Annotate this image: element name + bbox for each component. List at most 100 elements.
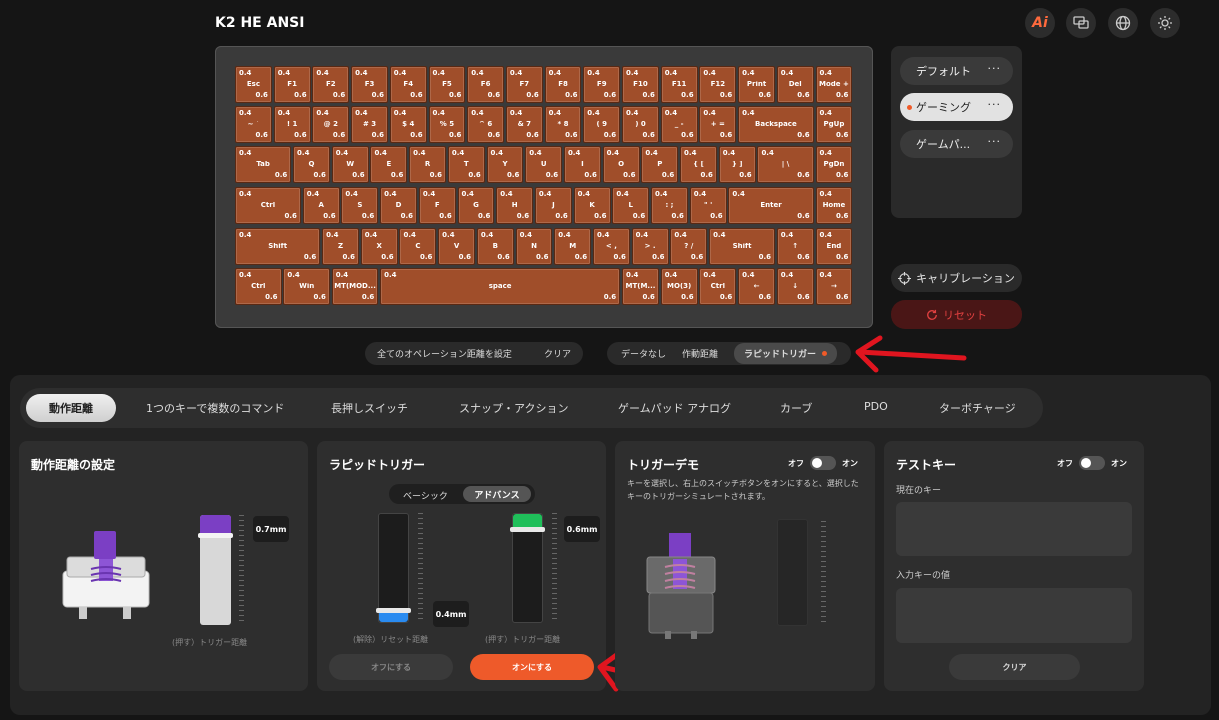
- keyboard-key[interactable]: 0.4 J 0.6: [534, 187, 572, 224]
- keyboard-key[interactable]: 0.4} ] 0.6: [718, 146, 756, 183]
- keyboard-key[interactable]: 0.4 → 0.6: [815, 268, 853, 305]
- keyboard-key[interactable]: 0.4 F5 0.6: [428, 66, 466, 103]
- ai-button[interactable]: Ai: [1025, 8, 1055, 38]
- keyboard-key[interactable]: 0.4 Shift 0.6: [235, 228, 321, 265]
- globe-icon[interactable]: [1108, 8, 1138, 38]
- actuation-slider[interactable]: [198, 515, 233, 625]
- calibration-button[interactable]: キャリブレーション: [891, 264, 1022, 292]
- keyboard-key[interactable]: 0.4 + = 0.6: [699, 106, 737, 143]
- keyboard-key[interactable]: 0.4 Tab 0.6: [235, 146, 292, 183]
- keyboard-key[interactable]: 0.4 ~ ` 0.6: [235, 106, 272, 143]
- display-icon[interactable]: [1066, 8, 1096, 38]
- keyboard-key[interactable]: 0.4 @ 2 0.6: [312, 106, 350, 143]
- keyboard-key[interactable]: 0.4 W 0.6: [331, 146, 369, 183]
- keyboard-key[interactable]: 0.4 Print 0.6: [738, 66, 775, 103]
- keyboard-key[interactable]: 0.4 Ctrl 0.6: [235, 268, 282, 305]
- keyboard-key[interactable]: 0.4 S 0.6: [341, 187, 379, 224]
- keyboard-key[interactable]: 0.4 Mode + 0.6: [815, 66, 853, 103]
- trigger-slider-handle[interactable]: [510, 527, 545, 533]
- view-no-data[interactable]: データなし: [621, 347, 666, 360]
- keyboard-key[interactable]: 0.4 F3 0.6: [351, 66, 388, 103]
- keyboard-key[interactable]: 0.4 U 0.6: [525, 146, 563, 183]
- keyboard-key[interactable]: 0.4 % 5 0.6: [428, 106, 466, 143]
- keyboard-key[interactable]: 0.4 O 0.6: [602, 146, 640, 183]
- keyboard-key[interactable]: 0.4 F9 0.6: [583, 66, 621, 103]
- keyboard-key[interactable]: 0.4 Backspace 0.6: [738, 106, 814, 143]
- keyboard-key[interactable]: 0.4 X 0.6: [360, 228, 398, 265]
- keyboard-key[interactable]: 0.4 & 7 0.6: [505, 106, 543, 143]
- keyboard-key[interactable]: 0.4 ← 0.6: [738, 268, 775, 305]
- keyboard-key[interactable]: 0.4 F8 0.6: [544, 66, 582, 103]
- keyboard-key[interactable]: 0.4 A 0.6: [302, 187, 340, 224]
- keyboard-key[interactable]: 0.4 Ctrl 0.6: [699, 268, 737, 305]
- keyboard-key[interactable]: 0.4 Home 0.6: [815, 187, 853, 224]
- clear-button[interactable]: クリア: [949, 654, 1080, 680]
- keyboard-key[interactable]: 0.4 H 0.6: [496, 187, 534, 224]
- keyboard-key[interactable]: 0.4 MT(MOD... 0.6: [331, 268, 379, 305]
- keyboard-key[interactable]: 0.4: ; 0.6: [651, 187, 688, 224]
- mode-basic[interactable]: ベーシック: [403, 489, 448, 502]
- keyboard-key[interactable]: 0.4 Ctrl 0.6: [235, 187, 301, 224]
- keyboard-key[interactable]: 0.4 { [0.6: [680, 146, 717, 183]
- keyboard-key[interactable]: 0.4 MO(3) 0.6: [660, 268, 698, 305]
- keyboard-key[interactable]: 0.4 N 0.6: [515, 228, 553, 265]
- keyboard-key[interactable]: 0.4 Esc 0.6: [235, 66, 272, 103]
- keyboard-key[interactable]: 0.4 ( 9 0.6: [583, 106, 621, 143]
- keyboard-key[interactable]: 0.4 P 0.6: [641, 146, 679, 183]
- keyboard-key[interactable]: 0.4 E 0.6: [370, 146, 408, 183]
- test-toggle[interactable]: [1079, 456, 1105, 470]
- keyboard-key[interactable]: 0.4 Q 0.6: [293, 146, 330, 183]
- keyboard-key[interactable]: 0.4 K 0.6: [573, 187, 611, 224]
- keyboard-key[interactable]: 0.4 R 0.6: [409, 146, 447, 183]
- tab-snap-action[interactable]: スナップ・アクション: [459, 400, 568, 416]
- keyboard-key[interactable]: 0.4 ↓ 0.6: [776, 268, 814, 305]
- keyboard-key[interactable]: 0.4 T 0.6: [447, 146, 485, 183]
- keyboard-key[interactable]: 0.4 G 0.6: [457, 187, 495, 224]
- keyboard-key[interactable]: 0.4 D 0.6: [380, 187, 418, 224]
- keyboard-key[interactable]: 0.4 F7 0.6: [505, 66, 543, 103]
- keyboard-key[interactable]: 0.4 ! 1 0.6: [273, 106, 311, 143]
- profile-default[interactable]: デフォルト ···: [900, 57, 1013, 85]
- keyboard-key[interactable]: 0.4 ? / 0.6: [670, 228, 708, 265]
- keyboard-key[interactable]: 0.4 Z 0.6: [322, 228, 359, 265]
- set-all-button[interactable]: 全てのオペレーション距離を設定: [377, 347, 512, 360]
- turn-off-button[interactable]: オフにする: [329, 654, 453, 680]
- keyboard-key[interactable]: 0.4 F10 0.6: [622, 66, 659, 103]
- keyboard-key[interactable]: 0.4 | \ 0.6: [757, 146, 814, 183]
- profile-gaming[interactable]: ゲーミング ···: [900, 93, 1013, 121]
- keyboard-key[interactable]: 0.4 End 0.6: [815, 228, 853, 265]
- keyboard-key[interactable]: 0.4 # 3 0.6: [351, 106, 388, 143]
- keyboard-key[interactable]: 0.4 F2 0.6: [312, 66, 350, 103]
- keyboard-key[interactable]: 0.4 F 0.6: [418, 187, 456, 224]
- more-icon[interactable]: ···: [988, 136, 1002, 147]
- demo-toggle[interactable]: [810, 456, 836, 470]
- more-icon[interactable]: ···: [988, 63, 1002, 74]
- keyboard-key[interactable]: 0.4 F11 0.6: [660, 66, 698, 103]
- tab-turbo-charge[interactable]: ターボチャージ: [939, 400, 1016, 416]
- keyboard-key[interactable]: 0.4 ↑ 0.6: [776, 228, 814, 265]
- keyboard-key[interactable]: 0.4 L 0.6: [612, 187, 650, 224]
- keyboard-key[interactable]: 0.4 > . 0.6: [631, 228, 669, 265]
- keyboard-key[interactable]: 0.4) 0 0.6: [622, 106, 659, 143]
- keyboard-key[interactable]: 0.4 V 0.6: [438, 228, 476, 265]
- clear-button[interactable]: クリア: [544, 347, 571, 360]
- more-icon[interactable]: ···: [988, 99, 1002, 110]
- keyboard-key[interactable]: 0.4 < , 0.6: [592, 228, 630, 265]
- reset-slider[interactable]: [376, 513, 411, 623]
- keyboard-key[interactable]: 0.4 Shift 0.6: [709, 228, 775, 265]
- keyboard-key[interactable]: 0.4 Enter 0.6: [728, 187, 814, 224]
- tab-actuation[interactable]: 動作距離: [26, 394, 116, 422]
- keyboard-key[interactable]: 0.4 F12 0.6: [699, 66, 737, 103]
- tab-gamepad-analog[interactable]: ゲームパッド アナログ: [618, 400, 731, 416]
- keyboard-key[interactable]: 0.4 * 8 0.6: [544, 106, 582, 143]
- mode-advanced[interactable]: アドバンス: [463, 486, 531, 502]
- reset-button[interactable]: リセット: [891, 300, 1022, 329]
- keyboard-key[interactable]: 0.4 " ' 0.6: [689, 187, 727, 224]
- reset-slider-handle[interactable]: [376, 608, 411, 614]
- keyboard-key[interactable]: 0.4 PgUp 0.6: [815, 106, 853, 143]
- keyboard-key[interactable]: 0.4 _ - 0.6: [660, 106, 698, 143]
- keyboard-key[interactable]: 0.4 MT(M... 0.6: [622, 268, 659, 305]
- tab-pdo[interactable]: PDO: [864, 400, 888, 413]
- keyboard-key[interactable]: 0.4 B 0.6: [476, 228, 514, 265]
- keyboard-key[interactable]: 0.4 space 0.6: [380, 268, 621, 305]
